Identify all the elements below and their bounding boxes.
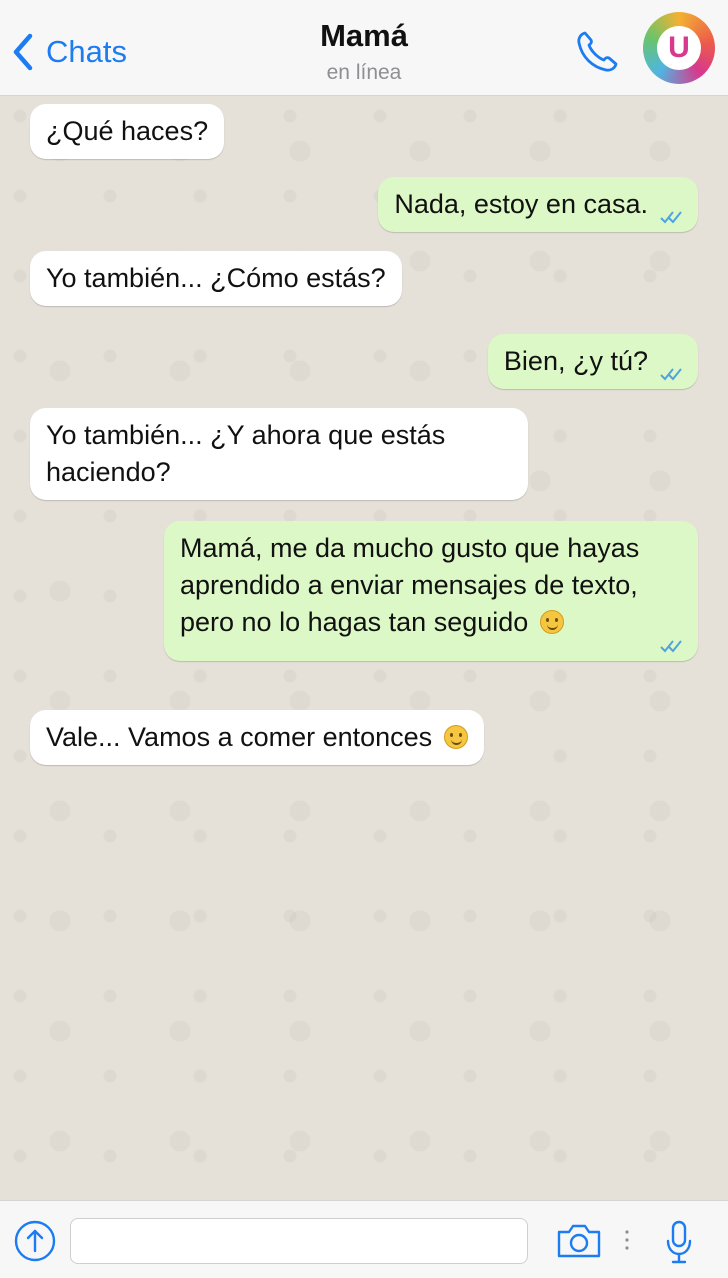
message-outgoing[interactable]: Nada, estoy en casa. bbox=[378, 177, 698, 232]
compose-bar bbox=[0, 1200, 728, 1278]
chat-header: Chats Mamá en línea U bbox=[0, 0, 728, 96]
message-incoming[interactable]: Yo también... ¿Y ahora que estás haciend… bbox=[30, 408, 528, 500]
message-text: Mamá, me da mucho gusto que hayas aprend… bbox=[180, 533, 640, 637]
microphone-button[interactable] bbox=[664, 1219, 694, 1265]
message-outgoing[interactable]: Mamá, me da mucho gusto que hayas aprend… bbox=[164, 521, 698, 661]
avatar-letter: U bbox=[668, 31, 690, 64]
message-incoming[interactable]: Vale... Vamos a comer entonces bbox=[30, 710, 484, 765]
contact-avatar[interactable]: U bbox=[643, 12, 715, 84]
message-list[interactable]: ¿Qué haces? Nada, estoy en casa. Yo tamb… bbox=[0, 96, 728, 1200]
message-text: ¿Qué haces? bbox=[46, 116, 209, 146]
back-label: Chats bbox=[46, 34, 127, 69]
message-text: Nada, estoy en casa. bbox=[394, 189, 648, 219]
read-receipt-icon bbox=[660, 368, 682, 381]
message-incoming[interactable]: Yo también... ¿Cómo estás? bbox=[30, 251, 402, 306]
message-text: Bien, ¿y tú? bbox=[503, 346, 648, 376]
smiling-face-icon bbox=[443, 725, 468, 749]
phone-icon bbox=[577, 31, 618, 72]
camera-icon bbox=[557, 1224, 601, 1258]
grinning-face-icon bbox=[539, 610, 564, 634]
message-outgoing[interactable]: Bien, ¿y tú? bbox=[487, 334, 698, 389]
message-input[interactable] bbox=[70, 1218, 528, 1264]
attach-button[interactable] bbox=[14, 1220, 56, 1262]
contact-status: en línea bbox=[326, 61, 402, 84]
upload-arrow-icon bbox=[14, 1220, 56, 1262]
message-text: Yo también... ¿Y ahora que estás haciend… bbox=[46, 420, 446, 487]
contact-info[interactable]: Mamá en línea bbox=[214, 18, 514, 85]
message-text: Vale... Vamos a comer entonces bbox=[46, 722, 433, 752]
back-button[interactable]: Chats bbox=[10, 28, 127, 76]
call-button[interactable] bbox=[572, 27, 622, 77]
microphone-icon bbox=[666, 1220, 692, 1264]
contact-name: Mamá bbox=[320, 18, 408, 53]
camera-button[interactable] bbox=[555, 1223, 603, 1259]
message-text: Yo también... ¿Cómo estás? bbox=[46, 263, 386, 293]
chevron-left-icon bbox=[13, 33, 33, 71]
read-receipt-icon bbox=[660, 211, 682, 224]
read-receipt-icon bbox=[660, 640, 682, 653]
divider-dots bbox=[625, 1230, 629, 1250]
message-incoming[interactable]: ¿Qué haces? bbox=[30, 104, 225, 159]
